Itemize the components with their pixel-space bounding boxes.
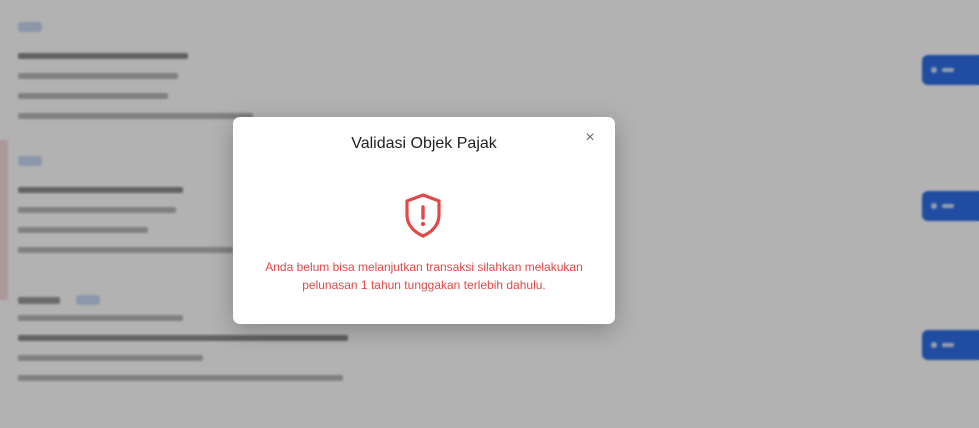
shield-alert-icon (401, 191, 445, 239)
error-message: Anda belum bisa melanjutkan transaksi si… (265, 260, 583, 292)
validation-modal: Validasi Objek Pajak × Anda belum bisa m… (233, 117, 615, 324)
page-background: Validasi Objek Pajak × Anda belum bisa m… (0, 0, 979, 428)
modal-title: Validasi Objek Pajak (351, 135, 497, 152)
close-icon[interactable]: × (583, 130, 597, 146)
